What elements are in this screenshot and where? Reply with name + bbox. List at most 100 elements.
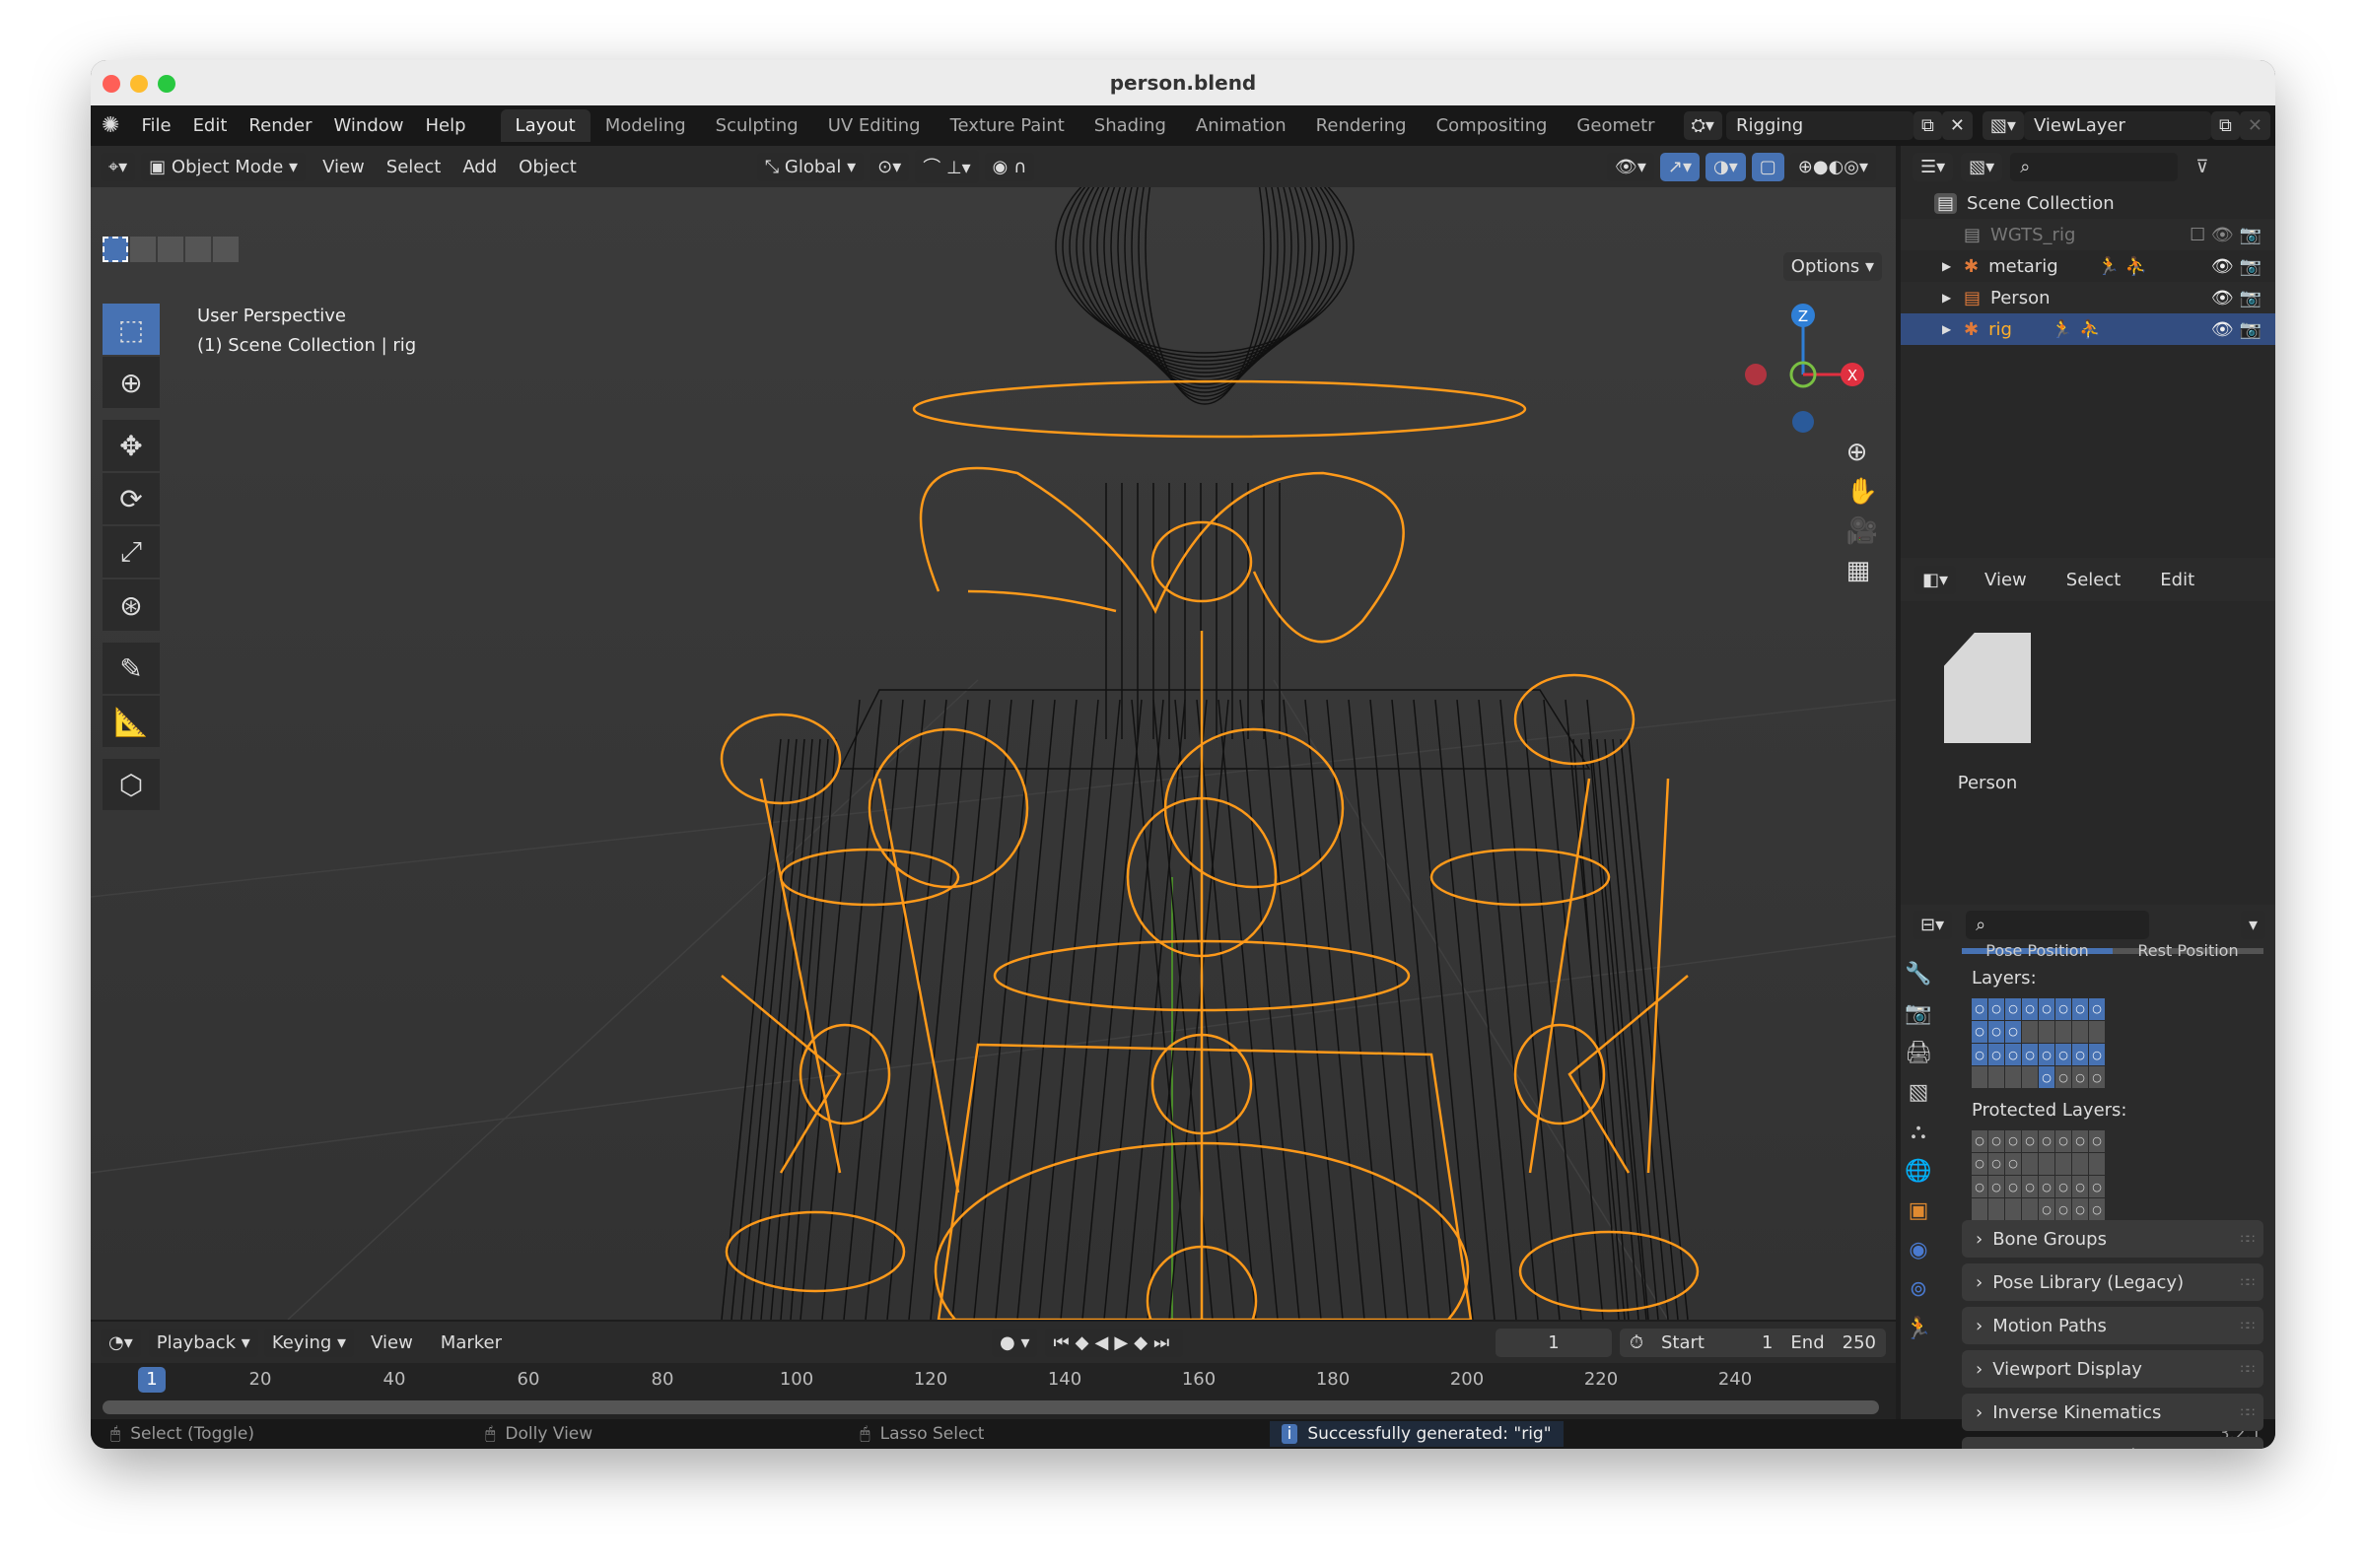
layer-toggle[interactable]: ○ (2089, 1129, 2105, 1152)
panel-bone-groups[interactable]: › Bone Groups ∷∷ (1962, 1220, 2263, 1258)
layer-toggle[interactable]: ○ (1988, 1176, 2004, 1197)
pose-position-button[interactable]: Pose Position (1962, 944, 2113, 958)
tool-icon[interactable]: 🔧 (1901, 954, 1936, 993)
camera-render-icon[interactable]: 📷 (2240, 256, 2262, 277)
mode-dropdown[interactable]: ▣ Object Mode ▾ (141, 152, 307, 181)
layer-toggle[interactable] (2022, 1066, 2038, 1088)
viewport-menu-object[interactable]: Object (508, 157, 588, 177)
gizmo-toggle-icon[interactable]: ↗▾ (1659, 152, 1700, 181)
select-extend-icon[interactable] (130, 237, 156, 262)
tab-uv-editing[interactable]: UV Editing (813, 109, 936, 142)
layer-toggle[interactable] (2005, 1066, 2021, 1088)
filter-icon[interactable]: ⊽ (2195, 157, 2208, 177)
camera-view-icon[interactable]: 🎥 (1846, 516, 1878, 546)
close-window-button[interactable] (103, 75, 120, 93)
drag-handle-icon[interactable]: ∷∷ (2241, 1275, 2255, 1289)
tab-sculpting[interactable]: Sculpting (701, 109, 813, 142)
timeline-ruler[interactable]: 1 20 40 60 80 100 120 140 160 180 200 220 240 (91, 1363, 1896, 1419)
outliner-search-input[interactable]: ⌕ (2010, 152, 2179, 181)
viewport-menu-view[interactable]: View (312, 157, 376, 177)
layer-toggle[interactable]: ○ (2005, 1044, 2021, 1065)
layer-toggle[interactable]: ○ (2039, 997, 2054, 1020)
menu-file[interactable]: File (130, 115, 181, 136)
layer-toggle[interactable]: ○ (1972, 997, 1987, 1020)
layer-toggle[interactable]: ○ (2005, 1020, 2021, 1043)
outliner-item-wgts_rig[interactable]: ▤ WGTS_rig ☐ 👁 📷 (1901, 219, 2275, 250)
layer-toggle[interactable]: ○ (2072, 997, 2088, 1020)
layer-toggle[interactable] (2072, 1152, 2088, 1175)
layer-toggle[interactable]: ○ (1972, 1152, 1987, 1175)
display-mode-icon[interactable]: ☰▾ (1913, 152, 1954, 181)
layer-toggle[interactable]: ○ (2055, 1198, 2071, 1220)
move-tool-icon[interactable]: ✥ (103, 420, 160, 471)
world-icon[interactable]: 🌐 (1901, 1151, 1936, 1191)
viewport-menu-select[interactable]: Select (376, 157, 452, 177)
add-cube-tool-icon[interactable]: ⬡ (103, 759, 160, 810)
playback-controls[interactable]: ⏮◆◀▶◆⏭ (1045, 1328, 1184, 1357)
outliner-item-rig[interactable]: ▶ ✱ rig 🏃 ⛹ 👁 📷 (1901, 313, 2275, 345)
pivot-icon[interactable]: ⊙▾ (870, 152, 910, 181)
layer-toggle[interactable] (2055, 1152, 2071, 1175)
panel-custom-properties[interactable]: ›Custom Properties∷∷ (1962, 1437, 2263, 1449)
rotate-tool-icon[interactable]: ⟳ (103, 473, 160, 524)
stopwatch-icon[interactable]: ⏱ (1630, 1332, 1643, 1353)
proportional-edit-icon[interactable]: ◉ ∩ (984, 152, 1035, 181)
viewport-menu-add[interactable]: Add (452, 157, 508, 177)
delete-view-layer-icon[interactable]: ✕ (2239, 111, 2270, 140)
layer-toggle[interactable]: ○ (1972, 1129, 1987, 1152)
eye-icon[interactable]: 👁 (2211, 256, 2234, 277)
editor-type-icon[interactable]: ⌖▾ (101, 152, 136, 181)
layer-toggle[interactable]: ○ (1988, 1044, 2004, 1065)
layer-toggle[interactable]: ○ (2089, 1066, 2105, 1088)
layer-toggle[interactable]: ○ (2022, 1129, 2038, 1152)
overlay-toggle-icon[interactable]: ◑▾ (1705, 152, 1746, 181)
layer-toggle[interactable]: ○ (2055, 1176, 2071, 1197)
select-invert-icon[interactable] (185, 237, 211, 262)
layer-toggle[interactable]: ○ (2005, 1176, 2021, 1197)
panel-pose-library-legacy-[interactable]: › Pose Library (Legacy) ∷∷ (1962, 1263, 2263, 1301)
layer-toggle[interactable]: ○ (1988, 1020, 2004, 1043)
layer-toggle[interactable]: ○ (2089, 1198, 2105, 1220)
tab-compositing[interactable]: Compositing (1422, 109, 1563, 142)
fb-menu-view[interactable]: View (1974, 570, 2038, 590)
view-layer-icon[interactable]: ▧ (1901, 1072, 1936, 1112)
outliner-item-person[interactable]: ▶ ▤ Person 👁 📷 (1901, 282, 2275, 313)
menu-help[interactable]: Help (415, 115, 477, 136)
tab-layout[interactable]: Layout (500, 109, 591, 142)
view-layer-mode-icon[interactable]: ▧▾ (1961, 152, 2003, 181)
layer-toggle[interactable]: ○ (2072, 1066, 2088, 1088)
layer-toggle[interactable] (2089, 1152, 2105, 1175)
expand-arrow-icon[interactable]: ▶ (1942, 291, 1951, 305)
3d-viewport[interactable]: ⬚ ⊕ ✥ ⟳ ⤢ ⊛ ✎ 📐 ⬡ User Perspective (1) Scene Col… (91, 187, 1896, 1320)
layer-toggle[interactable]: ○ (2039, 1044, 2054, 1065)
layer-toggle[interactable] (1972, 1066, 1987, 1088)
record-button[interactable]: ● ▾ (992, 1328, 1038, 1357)
layer-toggle[interactable]: ○ (1988, 997, 2004, 1020)
menu-render[interactable]: Render (238, 115, 322, 136)
layer-toggle[interactable]: ○ (1972, 1020, 1987, 1043)
camera-render-icon[interactable]: 📷 (2240, 319, 2262, 340)
layer-toggle[interactable] (1972, 1198, 1987, 1220)
drag-handle-icon[interactable]: ∷∷ (2241, 1362, 2255, 1376)
snap-icon[interactable]: ⌒ ⊥▾ (915, 150, 979, 183)
timeline-menu-keying[interactable]: Keying ▾ (263, 1328, 355, 1357)
new-scene-icon[interactable]: ⧉ (1913, 111, 1942, 140)
layer-toggle[interactable]: ○ (2072, 1198, 2088, 1220)
status-message[interactable]: i Successfully generated: "rig" (1269, 1421, 1564, 1447)
tab-texture-paint[interactable]: Texture Paint (936, 109, 1079, 142)
zoom-window-button[interactable] (158, 75, 175, 93)
expand-arrow-icon[interactable]: ▶ (1942, 259, 1951, 273)
scale-tool-icon[interactable]: ⤢ (103, 526, 160, 578)
bone-layers-grid[interactable]: ○ ○ ○ ○ ○ ○ ○ ○ ○ ○ ○ ○ ○ ○ ○ ○ ○ ○ ○ ○ ○ ○ ○ (1962, 996, 2263, 1088)
layer-toggle[interactable] (2022, 1152, 2038, 1175)
layer-toggle[interactable] (2022, 1020, 2038, 1043)
select-intersect-icon[interactable] (213, 237, 239, 262)
options-dropdown[interactable]: Options ▾ (1782, 252, 1882, 281)
tab-rendering[interactable]: Rendering (1301, 109, 1422, 142)
view-layer-selector[interactable]: ViewLayer (2023, 111, 2211, 140)
measure-tool-icon[interactable]: 📐 (103, 696, 160, 747)
object-data-thumbnail-icon[interactable] (1944, 633, 2031, 743)
outliner-item-metarig[interactable]: ▶ ✱ metarig 🏃 ⛹ 👁 📷 (1901, 250, 2275, 282)
drag-handle-icon[interactable]: ∷∷ (2241, 1319, 2255, 1332)
current-frame-field[interactable]: 1 (1495, 1328, 1612, 1357)
